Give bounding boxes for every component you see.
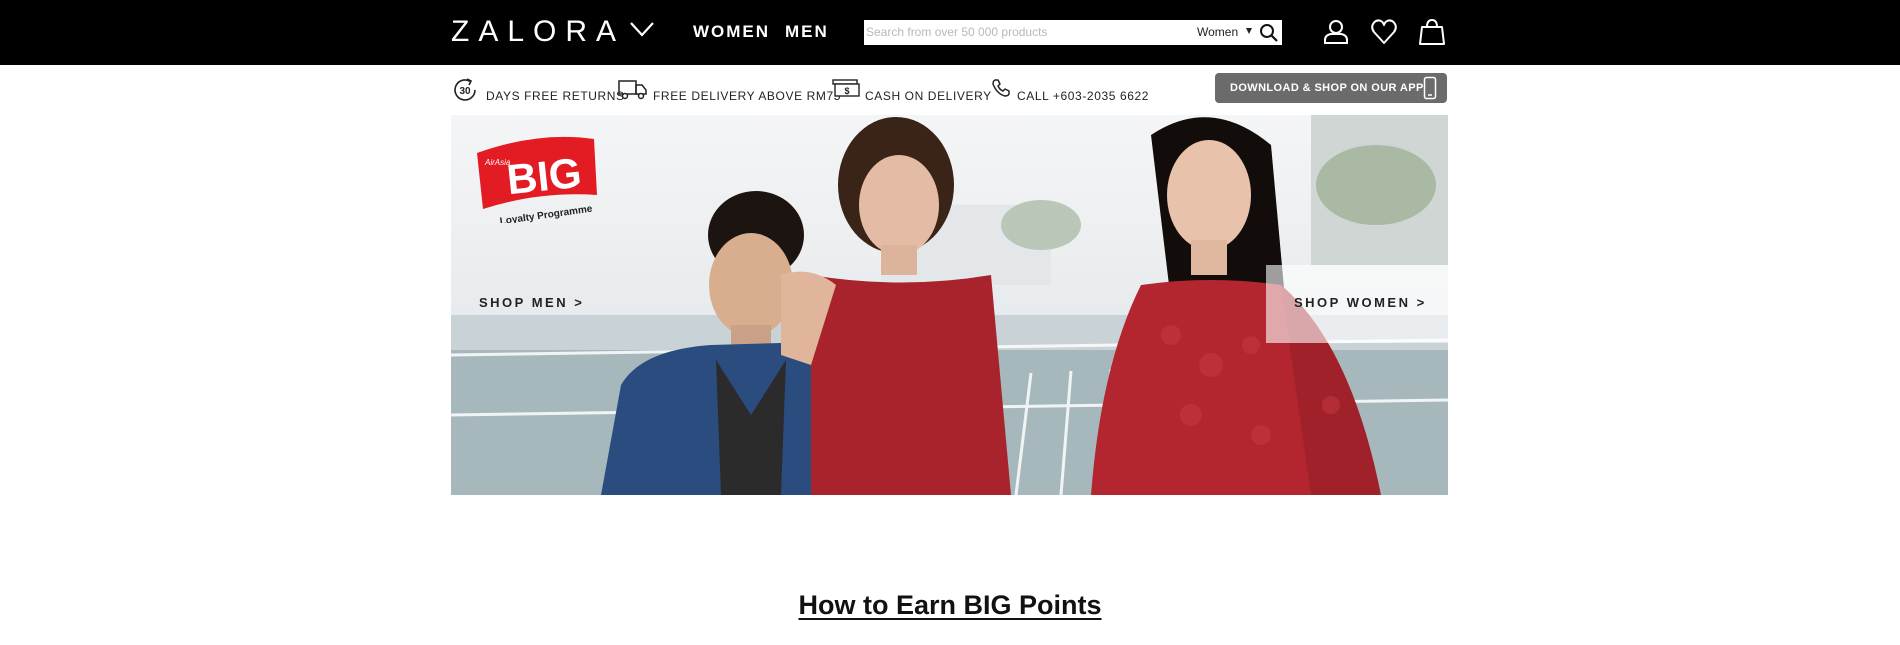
download-app-button[interactable]: DOWNLOAD & SHOP ON OUR APP [1215,73,1447,103]
shop-men-link[interactable]: SHOP MEN > [479,295,584,310]
big-wordmark: BIG [505,149,584,204]
hero-banner[interactable]: AirAsia BIG Loyalty Programme SHOP MEN >… [451,115,1448,495]
search-input[interactable] [866,21,1186,43]
nav-women[interactable]: WOMEN [693,22,770,42]
earn-big-points-heading[interactable]: How to Earn BIG Points [0,589,1900,621]
truck-icon [618,80,647,100]
caret-down-icon[interactable] [1246,28,1252,34]
zalora-logo[interactable]: ZALORA [451,14,625,50]
search-bar: Women [864,20,1282,45]
chevron-down-icon[interactable] [629,20,655,38]
heart-icon[interactable] [1370,18,1398,46]
mobile-phone-icon [1423,76,1437,100]
usp-free-delivery: FREE DELIVERY ABOVE RM75 [653,89,842,103]
airasia-big-logo: AirAsia BIG Loyalty Programme [477,136,597,223]
top-header: ZALORA WOMEN MEN Women [0,0,1900,65]
usp-free-returns: DAYS FREE RETURNS [486,89,625,103]
shop-women-button[interactable]: SHOP WOMEN > [1266,265,1448,343]
user-icon[interactable] [1322,18,1350,46]
search-icon[interactable] [1259,23,1279,43]
download-app-label: DOWNLOAD & SHOP ON OUR APP [1230,82,1424,94]
shop-women-label: SHOP WOMEN > [1294,295,1427,310]
phone-call-icon [992,79,1010,97]
nav-men[interactable]: MEN [785,22,829,42]
returns-30-days-icon: 30 [454,78,476,101]
cash-symbol: $ [844,86,849,96]
usp-call[interactable]: CALL +603-2035 6622 [1017,89,1149,103]
shopping-bag-icon[interactable] [1418,18,1446,46]
cash-icon: $ [832,79,860,97]
usp-cash-on-delivery: CASH ON DELIVERY [865,89,992,103]
loyalty-programme-text: Loyalty Programme [499,204,593,223]
returns-badge-number: 30 [459,86,471,97]
search-category-select[interactable]: Women [1197,25,1238,40]
